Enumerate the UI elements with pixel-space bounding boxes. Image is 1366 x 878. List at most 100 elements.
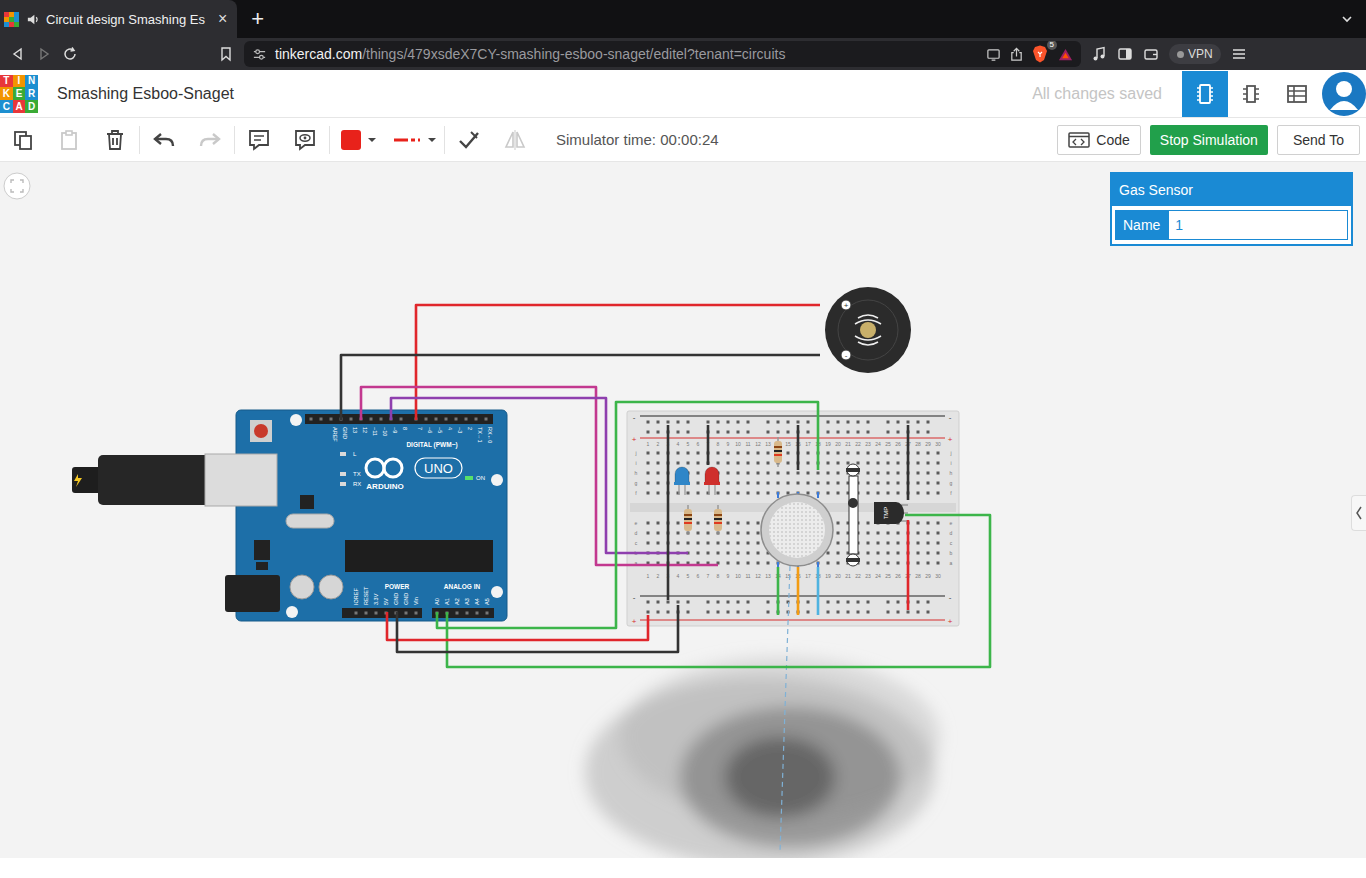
gas-sensor[interactable]	[761, 492, 833, 852]
undo-button[interactable]	[141, 120, 187, 160]
list-view-button[interactable]	[1274, 71, 1320, 117]
paste-icon	[57, 128, 81, 152]
column-number: 2	[657, 573, 660, 579]
wallet-icon[interactable]	[1143, 46, 1159, 62]
color-button[interactable]	[331, 120, 387, 160]
music-icon[interactable]	[1091, 46, 1107, 62]
resistor[interactable]	[684, 505, 692, 535]
wire[interactable]	[798, 425, 799, 470]
rail-plus-label: +	[948, 617, 953, 626]
column-number: 19	[825, 573, 831, 579]
address-bar[interactable]: tinkercad.com/things/479xsdeX7CY-smashin…	[244, 41, 1081, 67]
new-tab-button[interactable]: +	[251, 6, 264, 32]
wire[interactable]	[361, 387, 718, 565]
chevron-down-icon[interactable]	[1340, 12, 1354, 26]
arduino-uno[interactable]: AREFGND1312~11~10~987~6~54~32TX→1RX←0DIG…	[72, 410, 507, 621]
analog-pin-label: A2	[454, 598, 460, 605]
schematic-view-button[interactable]	[1228, 71, 1274, 117]
logo-letter: K	[0, 87, 13, 100]
wire[interactable]	[908, 520, 909, 610]
save-status: All changes saved	[1032, 85, 1162, 103]
resistor[interactable]	[714, 505, 722, 535]
back-icon[interactable]	[10, 46, 26, 62]
column-number: 8	[717, 573, 720, 579]
inspector-title: Gas Sensor	[1112, 174, 1351, 206]
wire[interactable]	[391, 398, 688, 553]
logo-letter: N	[25, 75, 38, 88]
wire[interactable]	[447, 515, 990, 667]
wire[interactable]	[668, 425, 669, 600]
rewards-triangle-icon[interactable]	[1058, 47, 1073, 62]
site-settings-icon[interactable]	[252, 47, 267, 62]
menu-icon[interactable]	[1231, 46, 1247, 62]
notes-view-button[interactable]	[282, 120, 328, 160]
tab-close-button[interactable]: ×	[218, 10, 227, 28]
delete-button[interactable]	[92, 120, 138, 160]
bookmark-icon[interactable]	[218, 46, 234, 62]
temperature-sensor[interactable]: TMP	[874, 502, 908, 524]
name-input[interactable]: 1	[1168, 210, 1348, 240]
sensor-beam	[780, 566, 790, 852]
column-number: 21	[845, 441, 851, 447]
wire[interactable]	[908, 425, 909, 500]
circuit-drawing[interactable]: -+-+-+-+12345678910111213141516171819202…	[0, 162, 1366, 858]
vpn-button[interactable]: VPN	[1169, 44, 1221, 64]
power-on-label: ON	[476, 475, 485, 481]
slide-switch[interactable]	[846, 464, 860, 566]
power-pin-label: IOREF	[353, 588, 359, 605]
column-number: 9	[727, 573, 730, 579]
rail-minus-label: -	[949, 413, 952, 422]
fit-view-button[interactable]	[3, 172, 31, 200]
column-number: 25	[885, 441, 891, 447]
wire[interactable]	[778, 567, 779, 615]
notes-button[interactable]	[236, 120, 282, 160]
row-letter: g	[950, 480, 953, 486]
redo-button[interactable]	[187, 120, 233, 160]
breadboard[interactable]: -+-+-+-+12345678910111213141516171819202…	[627, 411, 959, 626]
reload-icon[interactable]	[62, 46, 78, 62]
row-letter: b	[950, 550, 953, 556]
led[interactable]	[674, 467, 690, 495]
paste-button[interactable]	[46, 120, 92, 160]
toolbar-separator	[444, 126, 445, 154]
circuit-canvas[interactable]: -+-+-+-+12345678910111213141516171819202…	[0, 162, 1366, 858]
design-title[interactable]: Smashing Esboo-Snaget	[57, 85, 234, 103]
logo-letter: D	[25, 100, 38, 113]
wire[interactable]	[708, 425, 709, 465]
power-pin-label: GND	[393, 593, 399, 605]
code-button[interactable]: Code	[1057, 125, 1140, 155]
wire[interactable]	[818, 567, 819, 615]
panel-toggle-button[interactable]	[1351, 495, 1366, 531]
wire[interactable]	[798, 567, 799, 615]
tinkercad-logo[interactable]: TINKERCAD	[0, 75, 38, 113]
line-style-button[interactable]	[387, 120, 443, 160]
cast-icon[interactable]	[986, 47, 1001, 62]
column-number: 1	[647, 573, 650, 579]
stop-simulation-button[interactable]: Stop Simulation	[1150, 125, 1268, 155]
logo-letter: R	[25, 87, 38, 100]
browser-tab[interactable]: Circuit design Smashing Es×	[0, 0, 237, 38]
column-number: 9	[727, 441, 730, 447]
speaker-icon[interactable]	[26, 13, 39, 26]
wires[interactable]	[341, 305, 990, 667]
row-letter: i	[635, 460, 636, 466]
wire[interactable]	[387, 612, 648, 640]
wire[interactable]	[437, 402, 818, 628]
resistor[interactable]	[774, 437, 782, 467]
mirror-button[interactable]	[492, 120, 538, 160]
brand-label: ARDUINO	[366, 482, 403, 491]
piezo-buzzer[interactable]: +-	[825, 287, 911, 373]
sidebar-icon[interactable]	[1117, 46, 1133, 62]
send-to-button[interactable]: Send To	[1277, 125, 1360, 155]
forward-icon[interactable]	[36, 46, 52, 62]
led[interactable]	[704, 467, 720, 495]
circuit-view-button[interactable]	[1182, 71, 1228, 117]
copy-button[interactable]	[0, 120, 46, 160]
wire[interactable]	[397, 605, 678, 652]
column-number: 4	[677, 573, 680, 579]
brave-shields-button[interactable]: 5	[1032, 45, 1050, 63]
share-icon[interactable]	[1009, 47, 1024, 62]
row-letter: c	[950, 540, 953, 546]
route-button[interactable]	[446, 120, 492, 160]
user-avatar[interactable]	[1322, 72, 1366, 116]
